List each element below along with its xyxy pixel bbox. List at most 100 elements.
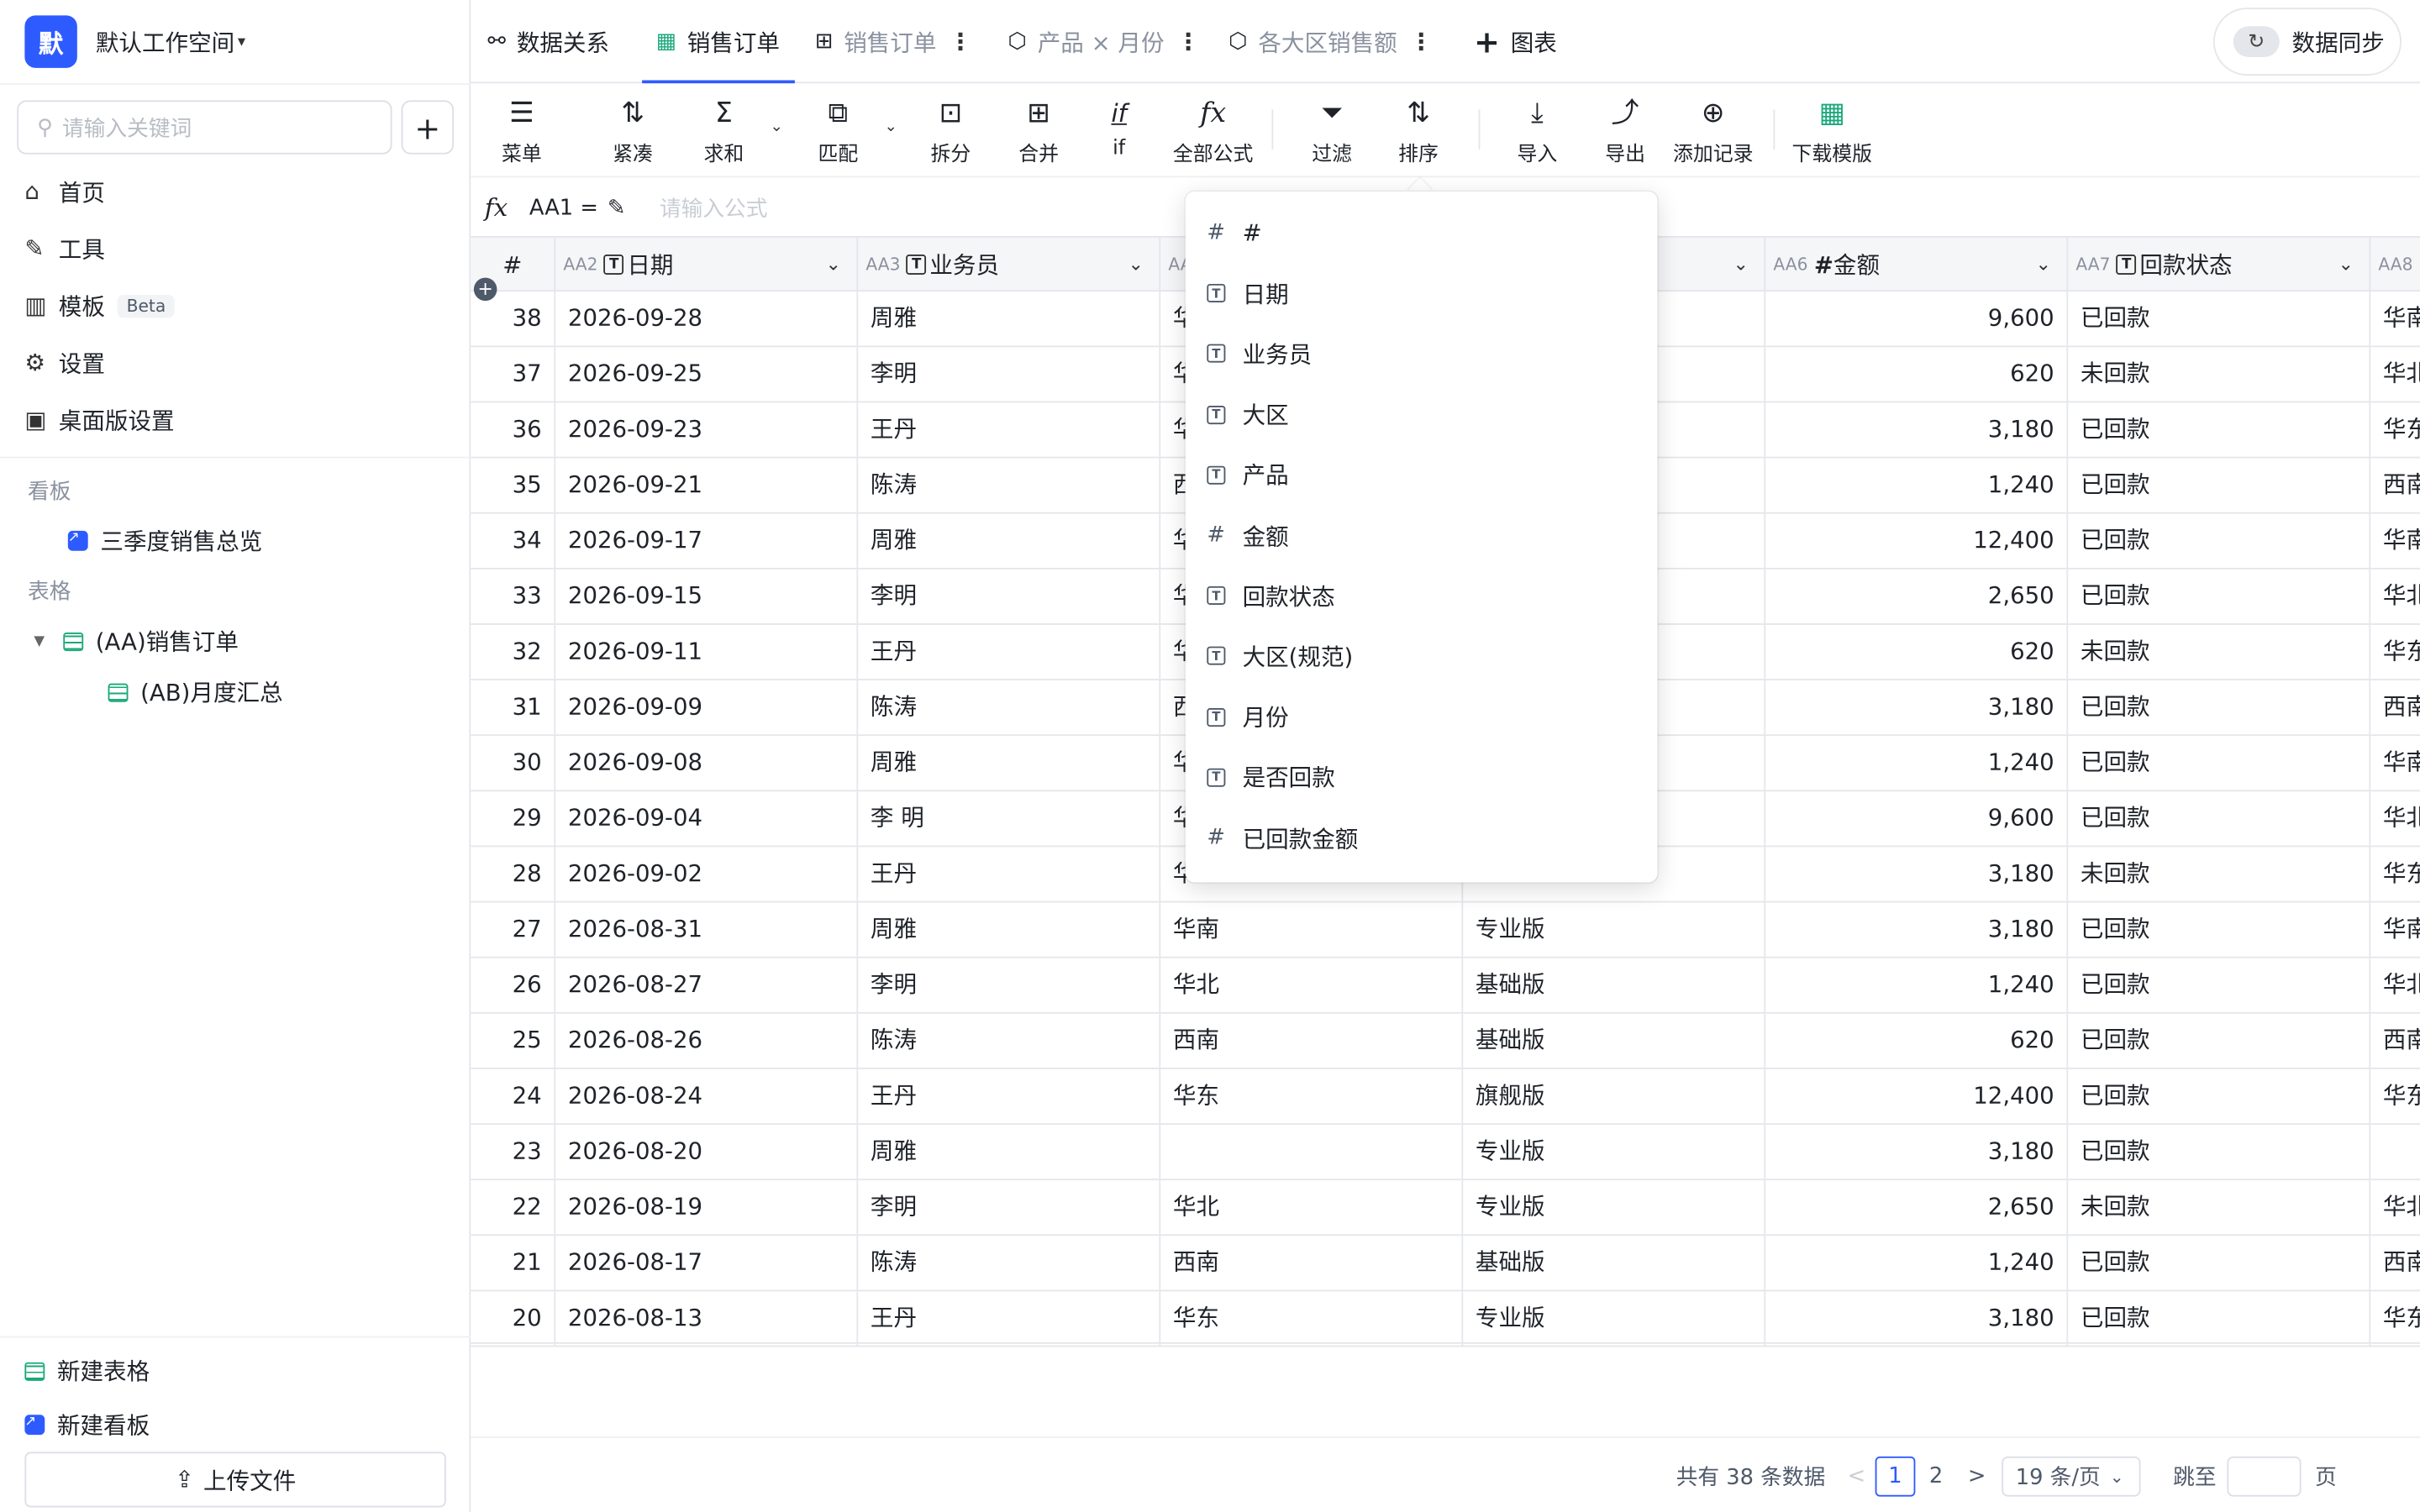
more-icon[interactable]: ⋮ (1176, 28, 1200, 55)
table-child-item[interactable]: (AB)月度汇总 (108, 675, 283, 708)
cell-date[interactable]: 2026-08-20 (555, 1124, 859, 1179)
tab-add-chart[interactable]: + 图表 (1474, 0, 1557, 83)
cell-index[interactable]: 23 (471, 1124, 556, 1179)
table-row[interactable]: 212026-08-17陈涛西南基础版1,240已回款西南 (471, 1236, 2420, 1292)
cell-date[interactable]: 2026-09-04 (555, 791, 859, 846)
cell-amount[interactable]: 3,180 (1765, 847, 2069, 901)
cell-date[interactable]: 2026-09-09 (555, 680, 859, 735)
column-header-aa8[interactable]: AA8 (2370, 238, 2420, 291)
export-button[interactable]: ⤴ 导出 (1605, 94, 1645, 167)
sum-dropdown-icon[interactable]: ⌄ (771, 118, 783, 135)
cell-amount[interactable]: 2,650 (1765, 569, 2069, 624)
cell-payment-status[interactable]: 已回款 (2068, 1013, 2371, 1068)
cell-payment-status[interactable]: 已回款 (2068, 791, 2371, 846)
cell-region-normalized[interactable]: 华北 (2370, 570, 2420, 623)
column-header-date[interactable]: AA2 T 日期 ⌄ (555, 237, 859, 292)
add-button[interactable]: + (401, 100, 455, 155)
cell-region-normalized[interactable]: 华东 (2370, 402, 2420, 456)
edit-icon[interactable]: ✎ (608, 195, 626, 219)
nav-templates[interactable]: ▥ 模板 Beta (24, 282, 456, 328)
column-header-payment-status[interactable]: AA7 T 回款状态 ⌄ (2068, 237, 2371, 292)
all-formula-button[interactable]: fx 全部公式 (1173, 94, 1254, 167)
cell-index[interactable]: 29 (471, 791, 556, 846)
cell-date[interactable]: 2026-08-31 (555, 902, 859, 957)
download-template-button[interactable]: ▦ 下载模版 (1791, 94, 1872, 167)
tab-data-relations[interactable]: ⚯ 数据关系 (487, 0, 609, 83)
sum-button[interactable]: Σ 求和 (704, 94, 744, 167)
page-1-button[interactable]: 1 (1875, 1456, 1916, 1497)
if-button[interactable]: if if (1111, 94, 1127, 160)
page-size-select[interactable]: 19 条/页 ⌄ (2002, 1456, 2141, 1497)
field-option[interactable]: # 已回款金额 (1207, 815, 1639, 861)
cell-index[interactable]: 20 (471, 1291, 556, 1346)
cell-payment-status[interactable]: 未回款 (2068, 347, 2371, 402)
cell-product[interactable]: 专业版 (1463, 1180, 1766, 1235)
cell-date[interactable]: 2026-09-02 (555, 847, 859, 901)
cell-amount[interactable]: 3,180 (1765, 680, 2069, 735)
table-row[interactable]: 242026-08-24王丹华东旗舰版12,400已回款华东 (471, 1068, 2420, 1125)
chevron-down-icon[interactable]: ⌄ (826, 253, 841, 275)
cell-date[interactable]: 2026-09-17 (555, 513, 859, 568)
cell-amount[interactable]: 2,650 (1765, 1180, 2069, 1235)
cell-date[interactable]: 2026-08-24 (555, 1068, 859, 1124)
add-record-button[interactable]: ⊕ 添加记录 (1673, 94, 1754, 167)
cell-date[interactable]: 2026-08-13 (555, 1291, 859, 1346)
cell-date[interactable]: 2026-09-23 (555, 402, 859, 457)
column-header-amount[interactable]: AA6 # 金额 ⌄ (1765, 237, 2069, 292)
cell-payment-status[interactable]: 已回款 (2068, 569, 2371, 624)
nav-home[interactable]: ⌂ 首页 (24, 168, 456, 214)
cell-product[interactable]: 专业版 (1463, 1124, 1766, 1179)
cell-amount[interactable]: 1,240 (1765, 736, 2069, 790)
cell-region[interactable]: 华北 (1160, 1180, 1464, 1235)
cell-index[interactable]: 28 (471, 847, 556, 901)
cell-salesperson[interactable]: 李明 (858, 1180, 1161, 1235)
cell-amount[interactable]: 1,240 (1765, 958, 2069, 1012)
next-page-button[interactable]: > (1968, 1457, 1986, 1497)
compact-button[interactable]: ⇅ 紧凑 (613, 94, 653, 167)
cell-region[interactable]: 西南 (1160, 1236, 1464, 1290)
field-option[interactable]: # 金额 (1207, 512, 1639, 559)
more-icon[interactable]: ⋮ (1409, 28, 1433, 55)
jump-page-input[interactable] (2227, 1456, 2302, 1497)
cell-date[interactable]: 2026-09-15 (555, 569, 859, 624)
table-row[interactable]: 202026-08-13王丹华东专业版3,180已回款华东 (471, 1291, 2420, 1347)
import-button[interactable]: ⤓ 导入 (1518, 94, 1558, 167)
cell-salesperson[interactable]: 陈涛 (858, 458, 1161, 512)
tab-sales-orders-active[interactable]: ▦ 销售订单 (656, 0, 780, 83)
prev-page-button[interactable]: < (1848, 1457, 1866, 1497)
cell-amount[interactable]: 620 (1765, 347, 2069, 402)
cell-region-normalized[interactable]: 华东 (2370, 1291, 2420, 1345)
cell-salesperson[interactable]: 周雅 (858, 1124, 1161, 1179)
tab-sales-orders-grid[interactable]: ⊞ 销售订单 ⋮ (815, 0, 972, 83)
cell-amount[interactable]: 9,600 (1765, 291, 2069, 346)
cell-index[interactable]: 21 (471, 1236, 556, 1290)
cell-region-normalized[interactable]: 西南 (2370, 1236, 2420, 1289)
cell-index[interactable]: 36 (471, 402, 556, 457)
cell-date[interactable]: 2026-08-19 (555, 1180, 859, 1235)
cell-index[interactable]: 22 (471, 1180, 556, 1235)
cell-index[interactable]: 30 (471, 736, 556, 790)
field-option[interactable]: T 是否回款 (1207, 754, 1639, 801)
field-option[interactable]: T 日期 (1207, 270, 1639, 317)
cell-payment-status[interactable]: 已回款 (2068, 458, 2371, 512)
workspace-switcher[interactable]: 默 默认工作空间 ▾ (24, 15, 245, 68)
cell-date[interactable]: 2026-09-21 (555, 458, 859, 512)
cell-region-normalized[interactable]: 华南 (2370, 902, 2420, 956)
cell-amount[interactable]: 620 (1765, 1013, 2069, 1068)
cell-date[interactable]: 2026-09-11 (555, 624, 859, 680)
cell-region[interactable]: 华北 (1160, 958, 1464, 1012)
field-option[interactable]: T 大区(规范) (1207, 633, 1639, 680)
cell-amount[interactable]: 9,600 (1765, 791, 2069, 846)
cell-index[interactable]: 26 (471, 958, 556, 1012)
cell-date[interactable]: 2026-09-08 (555, 736, 859, 790)
match-button[interactable]: ⧉ 匹配 (818, 94, 858, 167)
cell-salesperson[interactable]: 周雅 (858, 291, 1161, 346)
column-header-salesperson[interactable]: AA3 T 业务员 ⌄ (858, 237, 1161, 292)
cell-date[interactable]: 2026-08-17 (555, 1236, 859, 1290)
cell-region-normalized[interactable]: 华东 (2370, 625, 2420, 679)
cell-region[interactable]: 华东 (1160, 1291, 1464, 1346)
cell-index[interactable]: 37 (471, 347, 556, 402)
nav-tools[interactable]: ✎ 工具 (24, 225, 456, 271)
cell-salesperson[interactable]: 李明 (858, 958, 1161, 1012)
cell-payment-status[interactable]: 已回款 (2068, 1236, 2371, 1290)
